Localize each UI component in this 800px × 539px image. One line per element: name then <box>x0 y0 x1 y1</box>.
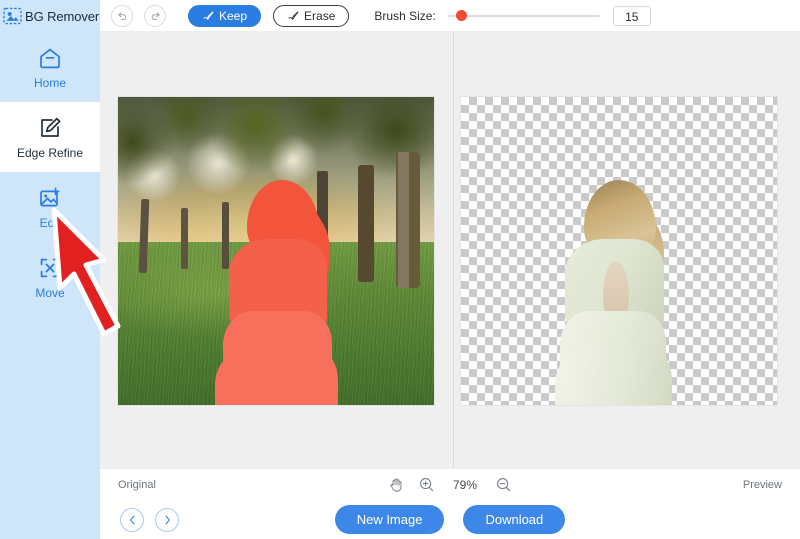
brush-icon <box>203 11 214 20</box>
pan-tool-button[interactable] <box>389 477 403 492</box>
home-icon <box>40 48 60 69</box>
original-label[interactable]: Original <box>118 479 156 491</box>
brand-name: BG Remover <box>25 8 100 24</box>
app-brand: BG Remover <box>0 0 100 32</box>
previous-image-button[interactable] <box>120 507 144 532</box>
zoom-out-icon <box>497 478 511 492</box>
sidebar-item-move[interactable]: Move <box>0 242 100 312</box>
sidebar-item-label: Edit <box>39 216 61 230</box>
sidebar-item-label: Edge Refine <box>16 146 84 160</box>
zoom-in-icon <box>420 478 434 492</box>
footer-bar: New Image Download <box>100 500 800 539</box>
sidebar-item-edge-refine[interactable]: Edge Refine <box>0 102 100 172</box>
sidebar-item-edit[interactable]: Edit <box>0 172 100 242</box>
preview-label[interactable]: Preview <box>743 479 782 491</box>
zoom-level: 79% <box>452 477 478 492</box>
redo-icon <box>151 12 160 21</box>
brush-size-label: Brush Size: <box>374 8 436 23</box>
undo-icon <box>117 12 126 21</box>
next-image-button[interactable] <box>155 507 179 532</box>
cutout-subject <box>549 180 682 405</box>
canvas-status-bar: Original 79% Preview <box>100 468 800 500</box>
edge-refine-icon <box>41 117 61 137</box>
brush-icon <box>288 11 299 20</box>
editor-canvas <box>100 32 800 468</box>
footer-actions: New Image Download <box>100 505 800 534</box>
pane-divider <box>453 32 454 468</box>
sidebar-item-label: Move <box>35 286 65 300</box>
result-image-pane[interactable] <box>460 96 778 406</box>
bg-remover-app: BG Remover Keep Erase Brush Size: 15 Hom… <box>0 0 800 539</box>
sidebar-item-home[interactable]: Home <box>0 32 100 102</box>
chevron-right-icon <box>164 515 170 524</box>
brush-size-slider[interactable] <box>447 6 600 26</box>
edit-toolbar: Keep Erase Brush Size: 15 <box>100 0 800 32</box>
zoom-in-button[interactable] <box>419 477 434 492</box>
slider-track <box>447 14 600 17</box>
undo-button[interactable] <box>111 4 133 27</box>
new-image-button[interactable]: New Image <box>334 505 445 534</box>
zoom-controls: 79% <box>100 477 800 492</box>
download-button[interactable]: Download <box>463 505 566 534</box>
chevron-left-icon <box>129 515 135 524</box>
sidebar-item-label: Home <box>33 76 66 90</box>
erase-label: Erase <box>304 8 336 23</box>
brush-size-input[interactable]: 15 <box>612 5 651 26</box>
zoom-out-button[interactable] <box>496 477 511 492</box>
erase-button[interactable]: Erase <box>273 4 350 27</box>
move-icon <box>40 258 60 278</box>
hand-icon <box>390 478 402 492</box>
left-sidebar: Home Edge Refine Edit Move <box>0 32 100 539</box>
edit-image-icon <box>40 187 60 207</box>
original-photo <box>118 97 434 405</box>
top-bar: BG Remover Keep Erase Brush Size: 15 <box>0 0 800 32</box>
keep-button[interactable]: Keep <box>188 4 262 27</box>
original-image-pane[interactable] <box>117 96 435 406</box>
redo-button[interactable] <box>144 4 166 27</box>
keep-mask-overlay <box>213 180 346 405</box>
image-icon <box>3 7 22 25</box>
slider-knob[interactable] <box>455 9 467 21</box>
keep-label: Keep <box>219 8 248 23</box>
